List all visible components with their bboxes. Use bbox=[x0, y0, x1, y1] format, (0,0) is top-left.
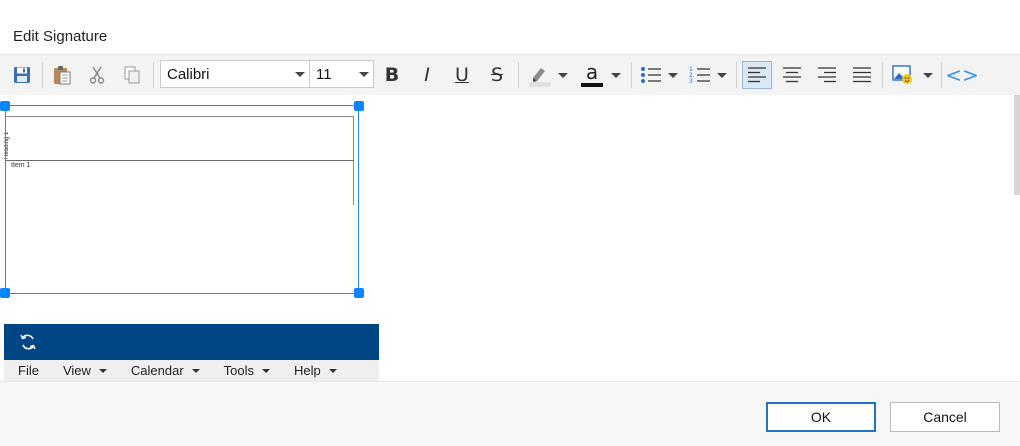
menu-item-label: View bbox=[62, 363, 91, 378]
ok-button[interactable]: OK bbox=[766, 402, 876, 432]
underline-button[interactable]: U bbox=[449, 61, 475, 89]
chevron-down-icon bbox=[923, 72, 933, 78]
font-color-button[interactable]: a bbox=[578, 61, 606, 89]
chevron-down-icon bbox=[355, 71, 373, 77]
cancel-button[interactable]: Cancel bbox=[890, 402, 1000, 432]
formatting-toolbar: Calibri 11 B I U S a 1 2 3 <> bbox=[0, 54, 1020, 96]
chevron-down-icon bbox=[262, 368, 271, 373]
numbered-list-button[interactable]: 1 2 3 bbox=[686, 61, 714, 89]
font-color-dropdown[interactable] bbox=[609, 61, 623, 89]
menu-item-label: Help bbox=[294, 363, 321, 378]
chevron-down-icon bbox=[558, 72, 568, 78]
menu-view: View bbox=[63, 363, 107, 378]
numbered-list-icon: 1 2 3 bbox=[689, 66, 710, 85]
dialog-title: Edit Signature bbox=[13, 28, 108, 45]
strikethrough-button[interactable]: S bbox=[484, 61, 510, 89]
cut-button[interactable] bbox=[84, 61, 110, 89]
preview-menu-bar: File View Calendar Tools Help bbox=[4, 360, 379, 381]
align-center-button[interactable] bbox=[778, 61, 806, 89]
paste-button[interactable] bbox=[49, 61, 75, 89]
resize-handle-bottom-left[interactable] bbox=[0, 288, 10, 298]
highlight-button[interactable] bbox=[525, 61, 553, 89]
chevron-down-icon bbox=[291, 71, 309, 77]
numbered-list-dropdown[interactable] bbox=[715, 61, 729, 89]
font-size-value: 11 bbox=[316, 65, 332, 83]
justify-icon bbox=[853, 67, 871, 83]
cut-icon bbox=[89, 66, 105, 84]
font-color-icon: a bbox=[585, 60, 599, 84]
paste-icon bbox=[54, 66, 71, 85]
resize-handle-bottom-right[interactable] bbox=[354, 288, 364, 298]
font-size-select[interactable]: 11 bbox=[309, 60, 374, 88]
insert-image-dropdown[interactable] bbox=[921, 61, 935, 89]
save-button[interactable] bbox=[9, 61, 35, 89]
svg-text:3: 3 bbox=[689, 78, 693, 85]
bold-button[interactable]: B bbox=[379, 61, 405, 89]
font-name-select[interactable]: Calibri bbox=[160, 60, 310, 88]
insert-image-icon bbox=[892, 65, 912, 84]
bullet-list-icon bbox=[641, 67, 661, 83]
save-icon bbox=[14, 67, 30, 83]
copy-icon bbox=[124, 66, 140, 84]
menu-file: File bbox=[18, 363, 39, 378]
menu-item-label: Calendar bbox=[130, 363, 184, 378]
chevron-down-icon bbox=[191, 368, 200, 373]
resize-handle-top-left[interactable] bbox=[0, 101, 10, 111]
align-left-icon bbox=[748, 67, 766, 83]
menu-item-label: File bbox=[18, 363, 39, 378]
italic-button[interactable]: I bbox=[414, 61, 440, 89]
align-right-icon bbox=[818, 67, 836, 83]
chevron-down-icon bbox=[328, 368, 337, 373]
chevron-down-icon bbox=[98, 368, 107, 373]
align-center-icon bbox=[783, 67, 801, 83]
chevron-down-icon bbox=[668, 72, 678, 78]
font-name-value: Calibri bbox=[167, 65, 210, 83]
highlight-dropdown[interactable] bbox=[556, 61, 570, 89]
align-right-button[interactable] bbox=[813, 61, 841, 89]
chevron-down-icon bbox=[611, 72, 621, 78]
chevron-down-icon bbox=[717, 72, 727, 78]
justify-button[interactable] bbox=[848, 61, 876, 89]
html-source-button[interactable]: <> bbox=[945, 61, 979, 89]
menu-help: Help bbox=[294, 363, 337, 378]
refresh-icon bbox=[20, 334, 36, 350]
preview-app-bar bbox=[4, 324, 379, 360]
insert-image-button[interactable] bbox=[888, 61, 918, 89]
resize-handle-top-right[interactable] bbox=[354, 101, 364, 111]
editor-scrollbar[interactable] bbox=[1014, 95, 1020, 195]
highlight-icon bbox=[529, 68, 551, 87]
menu-item-label: Tools bbox=[223, 363, 255, 378]
copy-button[interactable] bbox=[119, 61, 145, 89]
align-left-button[interactable] bbox=[742, 61, 772, 89]
bullet-list-dropdown[interactable] bbox=[666, 61, 680, 89]
image-selection-frame[interactable] bbox=[5, 105, 359, 294]
bullet-list-button[interactable] bbox=[637, 61, 665, 89]
menu-tools: Tools bbox=[223, 363, 271, 378]
menu-calendar: Calendar bbox=[131, 363, 200, 378]
